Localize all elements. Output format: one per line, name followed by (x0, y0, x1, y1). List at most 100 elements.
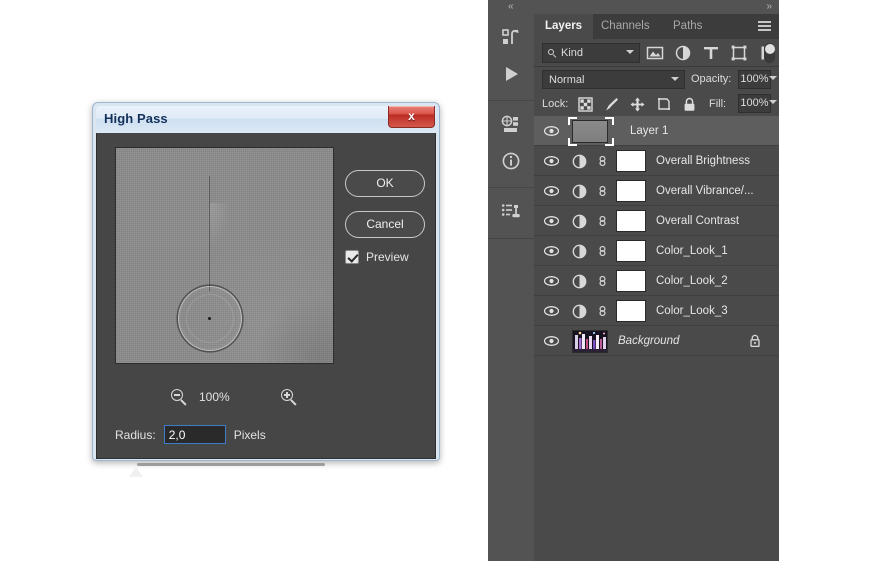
lock-row: Lock: Fill: 100% (534, 92, 779, 116)
layer-name: Overall Brightness (656, 155, 750, 167)
eye-icon[interactable] (544, 156, 559, 166)
layer-filter-row: Kind (534, 39, 779, 67)
table-row[interactable]: Color_Look_3 (534, 296, 779, 326)
layer-mask-thumbnail[interactable] (616, 210, 646, 232)
eye-icon[interactable] (544, 186, 559, 196)
zoom-out-icon[interactable] (171, 389, 189, 407)
filter-shape-layers-icon[interactable] (730, 44, 748, 62)
chevron-down-icon (626, 50, 634, 54)
layer-mask-thumbnail[interactable] (616, 240, 646, 262)
layer-name: Color_Look_3 (656, 305, 728, 317)
search-icon (548, 48, 557, 58)
lock-artboard-nesting-icon[interactable] (655, 96, 672, 113)
eye-icon[interactable] (544, 276, 559, 286)
cancel-button[interactable]: Cancel (345, 211, 425, 238)
table-row[interactable]: Overall Vibrance/... (534, 176, 779, 206)
tab-channels[interactable]: Channels (590, 14, 661, 39)
actions-play-icon[interactable] (488, 56, 534, 92)
fill-chevron-down-icon[interactable] (769, 100, 777, 104)
radius-label: Radius: (115, 427, 156, 442)
opacity-chevron-down-icon[interactable] (769, 76, 777, 80)
filter-enable-toggle[interactable] (764, 43, 775, 63)
collapse-left-icon[interactable]: « (508, 2, 513, 12)
zoom-in-icon[interactable] (281, 389, 299, 407)
filter-kind-select[interactable]: Kind (542, 43, 640, 63)
lock-transparent-pixels-icon[interactable] (577, 96, 594, 113)
clone-source-panel-icon[interactable] (488, 194, 534, 230)
radius-slider-track[interactable] (129, 463, 325, 477)
checkbox-checked-icon (345, 250, 359, 264)
radius-input[interactable] (163, 425, 226, 444)
preview-checkbox-label: Preview (366, 250, 409, 264)
tab-paths[interactable]: Paths (662, 14, 713, 39)
filter-pixel-layers-icon[interactable] (646, 44, 664, 62)
dialog-body: OK Cancel Preview 100% Radius: 2,0 Pixel… (96, 133, 436, 477)
filter-kind-value: Kind (561, 47, 584, 59)
adjustment-layer-icon[interactable] (572, 274, 587, 289)
panel-menu-icon[interactable] (758, 21, 771, 32)
filter-type-layers-icon[interactable] (702, 44, 720, 62)
mask-link-icon[interactable] (597, 153, 608, 169)
adjustment-layer-icon[interactable] (572, 154, 587, 169)
zoom-level-label: 100% (199, 390, 230, 404)
layer-name: Overall Vibrance/... (656, 185, 754, 197)
3d-panel-icon[interactable] (488, 107, 534, 143)
eye-icon[interactable] (544, 306, 559, 316)
preview-edge-halo (210, 203, 232, 249)
window-close-icon[interactable]: x (388, 106, 435, 128)
layers-panel: Layers Channels Paths Kind Normal Opacit… (534, 14, 779, 561)
filter-preview[interactable] (115, 147, 334, 364)
table-row[interactable]: Layer 1 (534, 116, 779, 146)
opacity-input[interactable]: 100% (738, 70, 771, 89)
preview-checkbox[interactable]: Preview (345, 250, 409, 264)
lock-label: Lock: (542, 98, 569, 110)
panel-dock: « » Layers Channels Paths Kind Normal Op… (488, 0, 779, 561)
lock-all-icon[interactable] (681, 96, 698, 113)
table-row[interactable]: Overall Brightness (534, 146, 779, 176)
history-panel-icon[interactable] (488, 20, 534, 56)
mask-link-icon[interactable] (597, 273, 608, 289)
rail-group-3d-info (488, 101, 534, 188)
eye-icon[interactable] (544, 336, 559, 346)
fill-label: Fill: (709, 98, 727, 110)
layer-mask-thumbnail[interactable] (616, 270, 646, 292)
filter-adjustment-layers-icon[interactable] (674, 44, 692, 62)
mask-link-icon[interactable] (597, 183, 608, 199)
table-row[interactable]: Color_Look_2 (534, 266, 779, 296)
table-row[interactable]: Overall Contrast (534, 206, 779, 236)
close-button-label: x (408, 109, 415, 123)
layer-thumbnail[interactable] (572, 330, 608, 353)
radius-slider-thumb[interactable] (129, 467, 143, 477)
layer-name: Color_Look_2 (656, 275, 728, 287)
app-root: High Pass x OK Cancel Preview 100% Radiu… (0, 0, 875, 561)
lock-image-pixels-icon[interactable] (603, 96, 620, 113)
tab-layers[interactable]: Layers (534, 14, 594, 39)
mask-link-icon[interactable] (597, 303, 608, 319)
fill-input[interactable]: 100% (738, 94, 771, 113)
blend-mode-select[interactable]: Normal (542, 70, 685, 89)
adjustment-layer-icon[interactable] (572, 214, 587, 229)
high-pass-dialog: High Pass x OK Cancel Preview 100% Radiu… (92, 102, 440, 477)
table-row[interactable]: Color_Look_1 (534, 236, 779, 266)
lock-position-icon[interactable] (629, 96, 646, 113)
rail-group-clone (488, 188, 534, 239)
eye-icon[interactable] (544, 246, 559, 256)
table-row[interactable]: Background (534, 326, 779, 356)
adjustment-layer-icon[interactable] (572, 304, 587, 319)
layer-mask-thumbnail[interactable] (616, 150, 646, 172)
eye-icon[interactable] (544, 126, 559, 136)
info-panel-icon[interactable] (488, 143, 534, 179)
collapse-right-icon[interactable]: » (766, 2, 771, 12)
layer-mask-thumbnail[interactable] (616, 180, 646, 202)
adjustment-layer-icon[interactable] (572, 244, 587, 259)
mask-link-icon[interactable] (597, 213, 608, 229)
dialog-titlebar[interactable]: High Pass x (96, 106, 436, 133)
layer-list: Layer 1 Overall Brightness Overall Vibra… (534, 116, 779, 356)
layer-selection-brackets (568, 117, 614, 146)
adjustment-layer-icon[interactable] (572, 184, 587, 199)
mask-link-icon[interactable] (597, 243, 608, 259)
eye-icon[interactable] (544, 216, 559, 226)
layer-mask-thumbnail[interactable] (616, 300, 646, 322)
lock-icon[interactable] (749, 334, 761, 348)
ok-button[interactable]: OK (345, 170, 425, 197)
